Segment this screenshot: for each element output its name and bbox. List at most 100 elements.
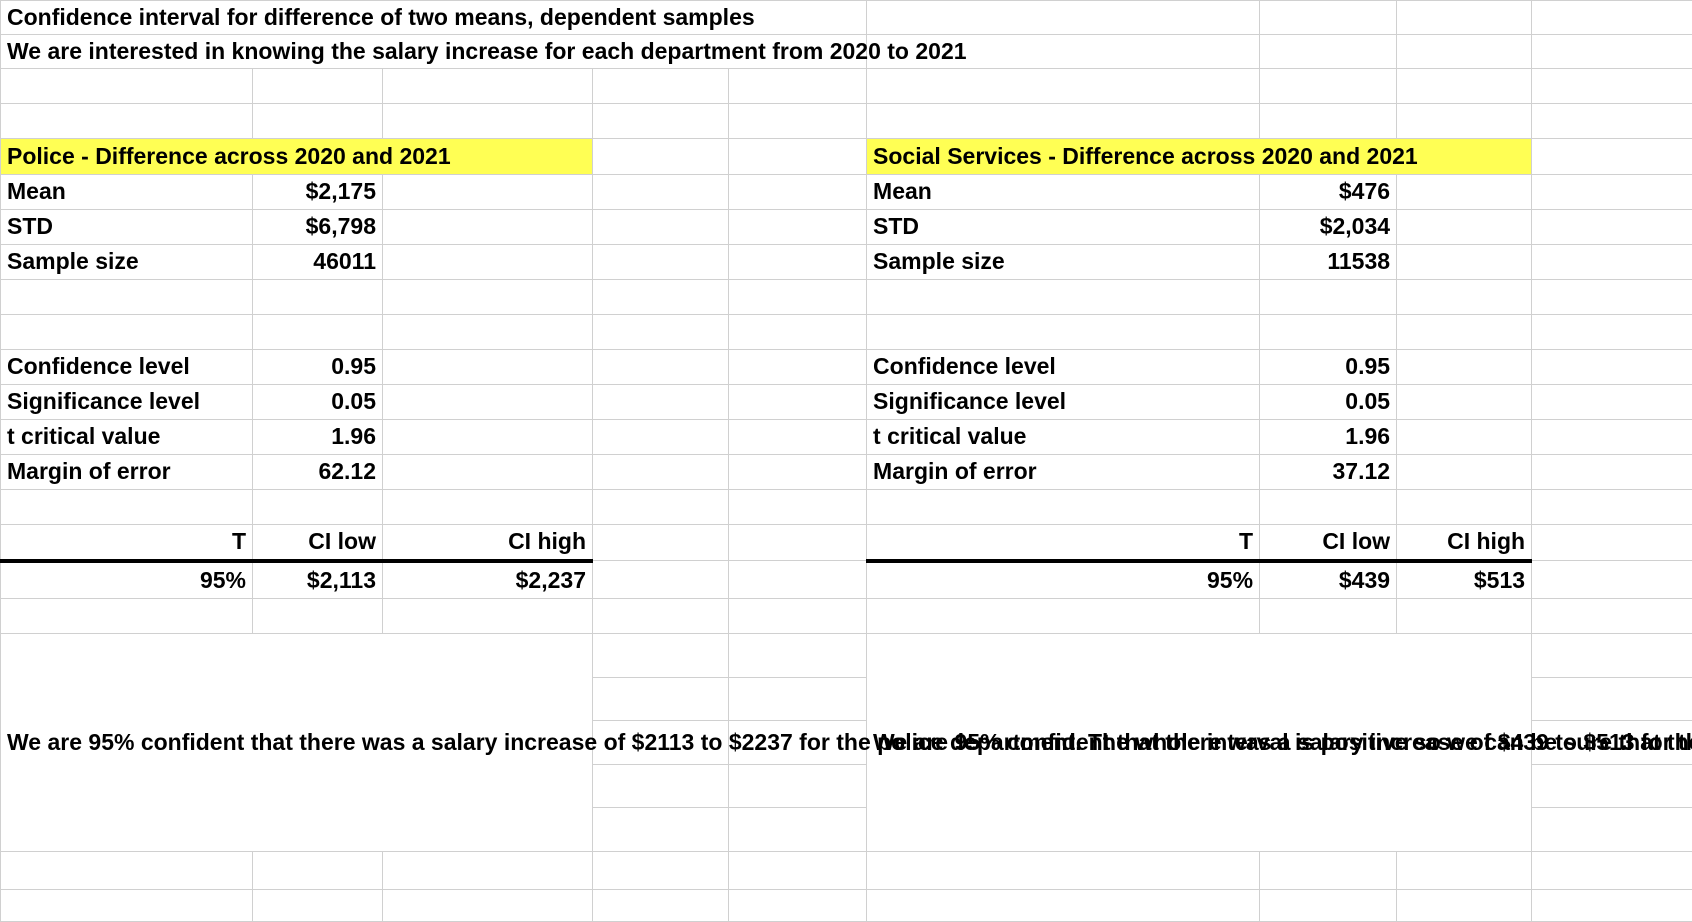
cell-i17[interactable]: [1531, 560, 1692, 600]
cell-i10[interactable]: [1531, 313, 1692, 350]
cell-b9[interactable]: [252, 278, 383, 315]
left-label-mean[interactable]: Mean: [0, 173, 253, 210]
cell-i15[interactable]: [1531, 488, 1692, 525]
cell-h14[interactable]: [1396, 453, 1533, 490]
cell-a25[interactable]: [0, 888, 253, 922]
cell-h18[interactable]: [1396, 598, 1533, 635]
right-section-header[interactable]: Social Services - Difference across 2020…: [866, 137, 1533, 175]
cell-b15[interactable]: [252, 488, 383, 525]
left-label-confidence-level[interactable]: Confidence level: [0, 348, 253, 385]
cell-e3[interactable]: [727, 67, 868, 104]
left-value-ci-low[interactable]: $2,113: [252, 560, 383, 600]
cell-h13[interactable]: [1396, 418, 1533, 455]
cell-g4[interactable]: [1259, 102, 1398, 139]
cell-i1[interactable]: [1531, 0, 1692, 35]
cell-e22[interactable]: [727, 763, 868, 809]
cell-b18[interactable]: [252, 598, 383, 635]
cell-i23[interactable]: [1531, 807, 1692, 852]
cell-f9[interactable]: [866, 278, 1261, 315]
cell-e9[interactable]: [727, 278, 868, 315]
cell-c25[interactable]: [382, 888, 593, 922]
cell-c24[interactable]: [382, 850, 593, 890]
left-label-t-critical-value[interactable]: t critical value: [0, 418, 253, 455]
left-header-ci-high[interactable]: CI high: [382, 523, 593, 563]
cell-i13[interactable]: [1531, 418, 1692, 455]
right-header-t[interactable]: T: [866, 523, 1261, 563]
cell-b24[interactable]: [252, 850, 383, 890]
cell-c3[interactable]: [382, 67, 593, 104]
cell-d23[interactable]: [592, 807, 729, 852]
left-label-margin-of-error[interactable]: Margin of error: [0, 453, 253, 490]
cell-i19[interactable]: [1531, 633, 1692, 678]
cell-d8[interactable]: [592, 243, 729, 280]
left-value-t[interactable]: 95%: [0, 560, 253, 600]
cell-f15[interactable]: [866, 488, 1261, 525]
cell-e8[interactable]: [727, 243, 868, 280]
cell-a3[interactable]: [0, 67, 253, 104]
cell-g2[interactable]: [1259, 33, 1398, 69]
cell-c7[interactable]: [382, 208, 593, 245]
cell-c14[interactable]: [382, 453, 593, 490]
right-value-ci-low[interactable]: $439: [1259, 560, 1398, 600]
cell-g10[interactable]: [1259, 313, 1398, 350]
cell-c13[interactable]: [382, 418, 593, 455]
cell-i12[interactable]: [1531, 383, 1692, 420]
cell-i2[interactable]: [1531, 33, 1692, 69]
cell-d3[interactable]: [592, 67, 729, 104]
cell-e11[interactable]: [727, 348, 868, 385]
cell-f18[interactable]: [866, 598, 1261, 635]
cell-e6[interactable]: [727, 173, 868, 210]
right-value-confidence-level[interactable]: 0.95: [1259, 348, 1398, 385]
cell-i5[interactable]: [1531, 137, 1692, 175]
cell-i24[interactable]: [1531, 850, 1692, 890]
cell-i22[interactable]: [1531, 763, 1692, 809]
cell-c11[interactable]: [382, 348, 593, 385]
cell-h11[interactable]: [1396, 348, 1533, 385]
cell-f24[interactable]: [866, 850, 1261, 890]
left-value-margin-of-error[interactable]: 62.12: [252, 453, 383, 490]
cell-e17[interactable]: [727, 560, 868, 600]
cell-h25[interactable]: [1396, 888, 1533, 922]
cell-c4[interactable]: [382, 102, 593, 139]
cell-g25[interactable]: [1259, 888, 1398, 922]
cell-d15[interactable]: [592, 488, 729, 525]
cell-h1[interactable]: [1396, 0, 1533, 35]
cell-c8[interactable]: [382, 243, 593, 280]
cell-i25[interactable]: [1531, 888, 1692, 922]
cell-f10[interactable]: [866, 313, 1261, 350]
cell-c15[interactable]: [382, 488, 593, 525]
cell-document-subtitle[interactable]: We are interested in knowing the salary …: [0, 33, 967, 69]
cell-e24[interactable]: [727, 850, 868, 890]
left-label-std[interactable]: STD: [0, 208, 253, 245]
cell-d25[interactable]: [592, 888, 729, 922]
cell-i20[interactable]: [1531, 676, 1692, 722]
cell-i16[interactable]: [1531, 523, 1692, 562]
cell-h6[interactable]: [1396, 173, 1533, 210]
cell-i8[interactable]: [1531, 243, 1692, 280]
cell-h2[interactable]: [1396, 33, 1533, 69]
cell-d5[interactable]: [592, 137, 729, 175]
cell-b4[interactable]: [252, 102, 383, 139]
cell-i9[interactable]: [1531, 278, 1692, 315]
cell-h7[interactable]: [1396, 208, 1533, 245]
cell-a15[interactable]: [0, 488, 253, 525]
cell-c9[interactable]: [382, 278, 593, 315]
right-value-std[interactable]: $2,034: [1259, 208, 1398, 245]
cell-d6[interactable]: [592, 173, 729, 210]
cell-i11[interactable]: [1531, 348, 1692, 385]
cell-d20[interactable]: [592, 676, 729, 722]
cell-i7[interactable]: [1531, 208, 1692, 245]
left-value-confidence-level[interactable]: 0.95: [252, 348, 383, 385]
right-value-t-critical-value[interactable]: 1.96: [1259, 418, 1398, 455]
right-label-significance-level[interactable]: Significance level: [866, 383, 1261, 420]
right-conclusion-text[interactable]: We are 95% confident that there was a sa…: [866, 633, 1692, 852]
cell-d11[interactable]: [592, 348, 729, 385]
cell-g1[interactable]: [1259, 0, 1398, 35]
cell-i3[interactable]: [1531, 67, 1692, 104]
cell-h12[interactable]: [1396, 383, 1533, 420]
cell-g15[interactable]: [1259, 488, 1398, 525]
right-value-ci-high[interactable]: $513: [1396, 560, 1533, 600]
cell-a10[interactable]: [0, 313, 253, 350]
right-label-sample-size[interactable]: Sample size: [866, 243, 1261, 280]
cell-f1[interactable]: [866, 0, 1261, 35]
